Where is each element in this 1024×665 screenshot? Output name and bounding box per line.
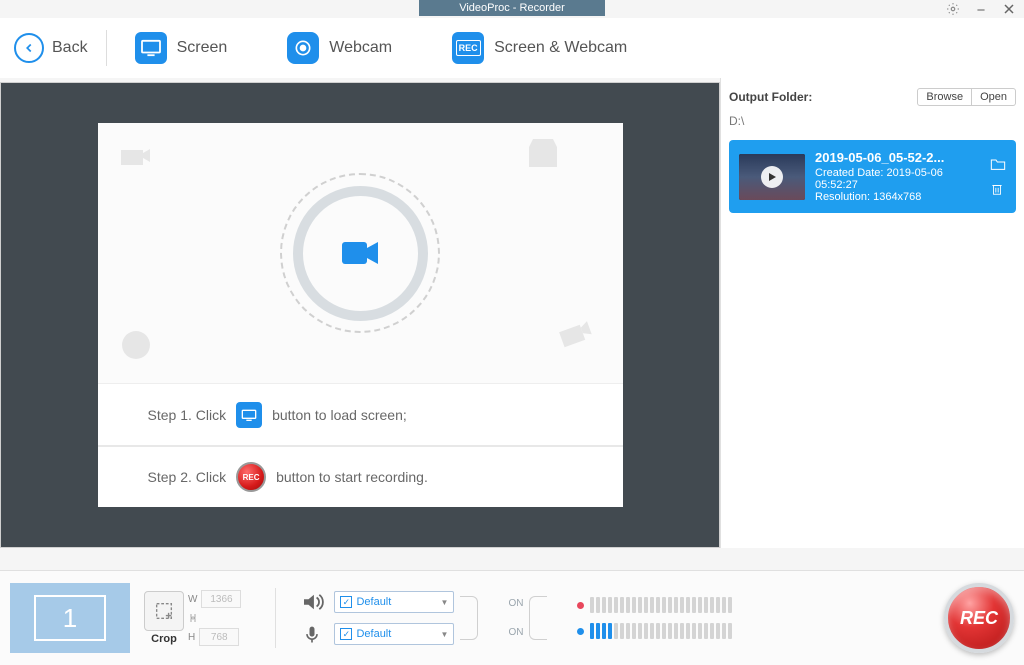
bracket-deco — [529, 596, 547, 640]
height-label: H — [188, 632, 195, 643]
step-2-row: Step 2. Click REC button to start record… — [98, 445, 623, 507]
window-title: VideoProc - Recorder — [419, 0, 605, 16]
recording-thumbnail[interactable] — [739, 154, 805, 200]
lens-deco-icon — [118, 327, 154, 363]
step1-text-a: Step 1. Click — [148, 407, 227, 423]
recording-created: Created Date: 2019-05-06 05:52:27 — [815, 167, 980, 191]
link-icon[interactable] — [188, 612, 198, 624]
chevron-down-icon: ▼ — [441, 630, 449, 639]
settings-icon[interactable] — [946, 2, 960, 16]
step1-screen-icon — [236, 402, 262, 428]
screen-label: Screen — [177, 39, 228, 57]
folder-open-icon[interactable] — [990, 157, 1006, 173]
check-icon: ✓ — [340, 628, 352, 640]
delete-icon[interactable] — [990, 181, 1006, 197]
back-button[interactable]: Back — [14, 33, 88, 63]
monitor-count: 1 — [34, 595, 106, 641]
mic-select[interactable]: ✓ Default ▼ — [334, 623, 454, 645]
speaker-select[interactable]: ✓ Default ▼ — [334, 591, 454, 613]
divider — [275, 588, 276, 648]
step2-rec-icon: REC — [236, 462, 266, 492]
minimize-icon[interactable] — [974, 2, 988, 16]
mode-webcam[interactable]: Webcam — [277, 28, 402, 68]
open-button[interactable]: Open — [972, 88, 1016, 106]
screen-webcam-label: Screen & Webcam — [494, 39, 627, 57]
output-folder-label: Output Folder: — [729, 90, 812, 104]
recording-item[interactable]: 2019-05-06_05-52-2... Created Date: 2019… — [729, 140, 1016, 213]
width-label: W — [188, 594, 197, 605]
recording-title: 2019-05-06_05-52-2... — [815, 150, 980, 165]
play-icon — [761, 166, 783, 188]
record-button[interactable]: REC — [944, 583, 1014, 653]
level-dot-icon — [577, 602, 584, 609]
mic-level[interactable] — [577, 623, 732, 639]
cam-deco-icon — [551, 312, 597, 358]
speaker-value: Default — [356, 596, 391, 608]
camera-deco-icon — [116, 141, 152, 169]
rec-icon: REC — [452, 32, 484, 64]
recording-resolution: Resolution: 1364x768 — [815, 191, 980, 203]
bracket-deco — [460, 596, 478, 640]
step-1-row: Step 1. Click button to load screen; — [98, 383, 623, 445]
browse-button[interactable]: Browse — [917, 88, 972, 106]
speaker-state[interactable]: ON — [508, 598, 523, 609]
title-bar: VideoProc - Recorder — [0, 0, 1024, 18]
check-icon: ✓ — [340, 596, 352, 608]
step2-text-b: button to start recording. — [276, 469, 428, 485]
microphone-icon — [302, 625, 324, 643]
width-value[interactable]: 1366 — [201, 590, 241, 608]
webcam-icon — [287, 32, 319, 64]
screen-icon — [135, 32, 167, 64]
crop-button[interactable] — [144, 591, 184, 631]
output-sidebar: Output Folder: Browse Open D:\ 2019-05-0… — [720, 78, 1024, 548]
mode-screen[interactable]: Screen — [125, 28, 238, 68]
preview-area: Step 1. Click button to load screen; Ste… — [0, 82, 720, 548]
monitor-selector[interactable]: 1 — [10, 583, 130, 653]
webcam-label: Webcam — [329, 39, 392, 57]
film-deco-icon — [523, 137, 563, 173]
chevron-down-icon: ▼ — [441, 598, 449, 607]
back-label: Back — [52, 39, 88, 57]
crop-label: Crop — [151, 633, 177, 645]
bottom-bar: 1 Crop W 1366 H 768 ✓ — [0, 570, 1024, 665]
close-icon[interactable] — [1002, 2, 1016, 16]
camera-icon — [340, 238, 380, 268]
camera-placeholder — [280, 173, 440, 333]
speaker-level[interactable] — [577, 597, 732, 613]
mic-value: Default — [356, 628, 391, 640]
back-arrow-icon — [14, 33, 44, 63]
step1-text-b: button to load screen; — [272, 407, 407, 423]
speaker-icon — [302, 593, 324, 611]
level-dot-icon — [577, 628, 584, 635]
main-toolbar: Back Screen Webcam REC Screen & Webcam — [0, 18, 1024, 78]
mic-state[interactable]: ON — [508, 627, 523, 638]
divider — [106, 30, 107, 66]
mode-screen-webcam[interactable]: REC Screen & Webcam — [442, 28, 637, 68]
height-value[interactable]: 768 — [199, 628, 239, 646]
output-folder-path: D:\ — [729, 114, 1016, 128]
step2-text-a: Step 2. Click — [148, 469, 227, 485]
